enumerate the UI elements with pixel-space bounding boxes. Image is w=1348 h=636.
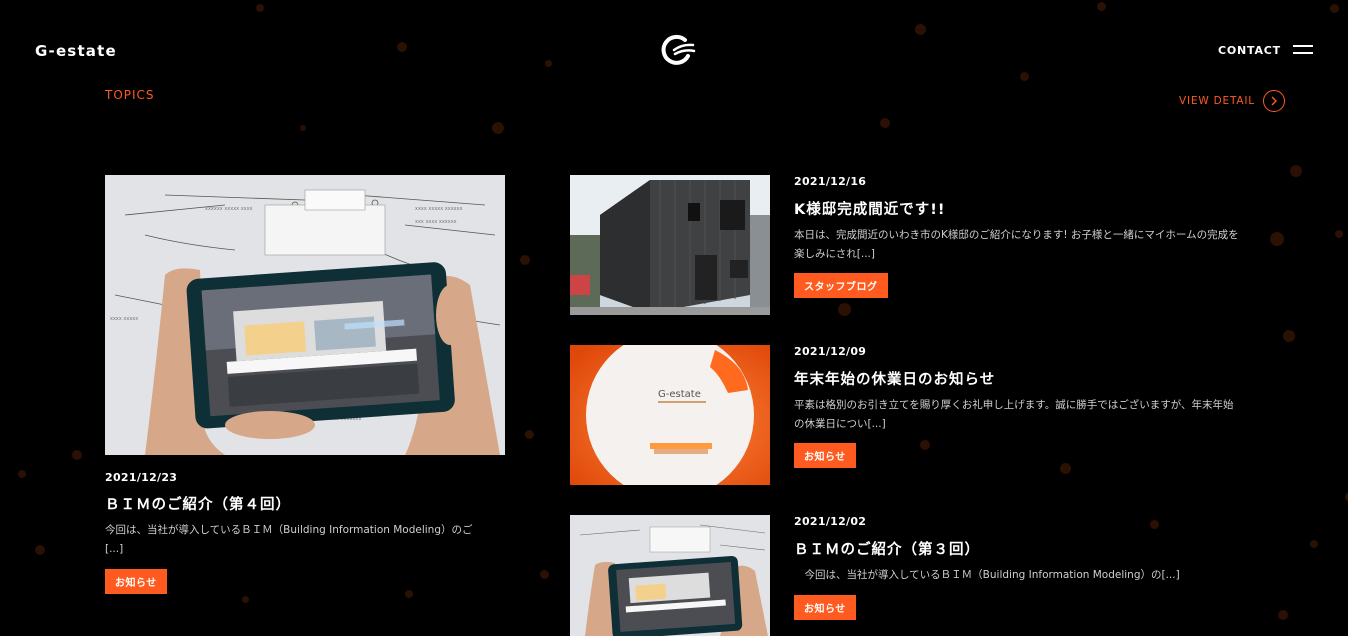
article-title[interactable]: 年末年始の休業日のお知らせ: [794, 368, 995, 389]
article-title[interactable]: K様邸完成間近です!!: [794, 198, 945, 219]
svg-text:xxx xxxx xxxxxx: xxx xxxx xxxxxx: [415, 219, 457, 225]
g-estate-logo-icon[interactable]: [658, 31, 696, 69]
sign-text: G-estate: [658, 389, 701, 400]
article-excerpt: 平素は格別のお引き立てを賜り厚くお礼申し上げます。誠に勝手ではございますが、年末…: [794, 399, 1234, 430]
article-title[interactable]: ＢＩＭのご紹介（第３回）: [794, 538, 980, 559]
view-detail-link[interactable]: VIEW DETAIL: [1179, 90, 1285, 112]
page: G-estate CONTACT TOPICS VIEW DETAIL xxxx…: [0, 0, 1348, 636]
featured-thumbnail[interactable]: xxxxxx xxxxx xxxx xxxx xxxxx xxxxxx xxx …: [105, 175, 505, 455]
contact-link[interactable]: CONTACT: [1218, 44, 1281, 57]
site-logo-text[interactable]: G-estate: [35, 42, 117, 60]
article-thumbnail[interactable]: G-estate: [570, 345, 770, 485]
svg-text:xxxxxx xxxxx xxxx: xxxxxx xxxxx xxxx: [205, 206, 253, 212]
article-date: 2021/12/02: [794, 515, 867, 528]
article-excerpt: 今回は、当社が導入しているＢＩＭ（Building Information Mo…: [794, 569, 1180, 581]
article-date: 2021/12/09: [794, 345, 867, 358]
article-thumbnail[interactable]: [570, 175, 770, 315]
article-category-tag[interactable]: お知らせ: [794, 595, 856, 620]
section-title: TOPICS: [105, 88, 155, 102]
featured-date: 2021/12/23: [105, 471, 178, 484]
article-date: 2021/12/16: [794, 175, 867, 188]
svg-text:xxxx xxxxx xxxxxx: xxxx xxxxx xxxxxx: [415, 206, 463, 212]
hamburger-menu-icon[interactable]: [1293, 45, 1313, 55]
article-excerpt: 本日は、完成間近のいわき市のK様邸のご紹介になります! お子様と一緒にマイホーム…: [794, 229, 1239, 260]
article-thumbnail[interactable]: [570, 515, 770, 636]
featured-excerpt: 今回は、当社が導入しているＢＩＭ（Building Information Mo…: [105, 524, 473, 555]
article-category-tag[interactable]: お知らせ: [794, 443, 856, 468]
chevron-right-icon: [1262, 90, 1285, 112]
article-category-tag[interactable]: スタッフブログ: [794, 273, 888, 298]
svg-text:xxxx xxxxx: xxxx xxxxx: [110, 316, 138, 322]
featured-title[interactable]: ＢＩＭのご紹介（第４回）: [105, 493, 291, 514]
view-detail-label: VIEW DETAIL: [1179, 95, 1255, 107]
featured-category-tag[interactable]: お知らせ: [105, 569, 167, 594]
